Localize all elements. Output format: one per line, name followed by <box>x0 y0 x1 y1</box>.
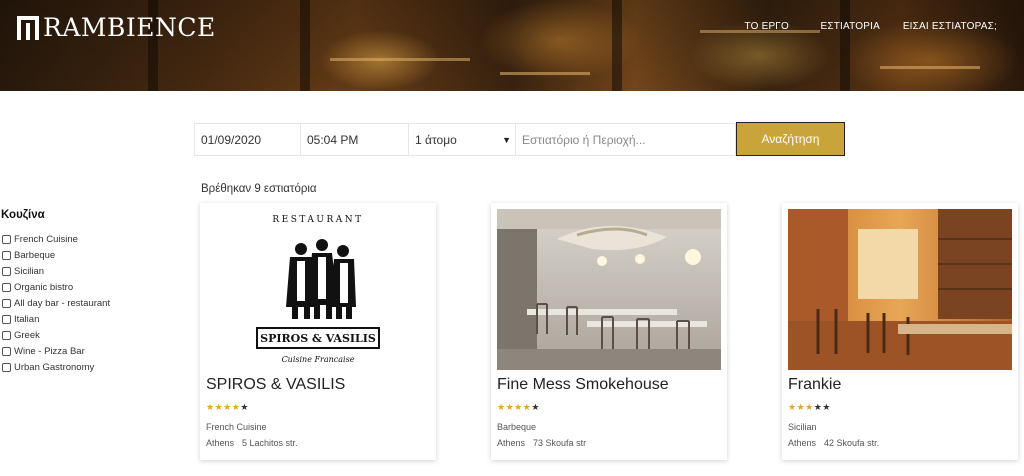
restaurant-cuisine: French Cuisine <box>206 422 267 432</box>
people-select-value: 1 άτομο <box>415 132 457 147</box>
restaurant-cuisine: Barbeque <box>497 422 537 432</box>
nav-link-project[interactable]: ΤΟ ΕΡΓΟ <box>744 21 789 32</box>
restaurant-cuisine: Sicilian <box>788 422 817 432</box>
filter-label: Organic bistro <box>14 281 74 293</box>
interior-photo <box>788 209 1012 370</box>
filter-option[interactable]: Wine - Pizza Bar <box>2 343 110 359</box>
chevron-down-icon: ▼ <box>502 134 511 145</box>
star-rating: ★★★★★ <box>497 402 540 413</box>
star-filled-icon: ★ <box>805 402 814 412</box>
filter-label: French Cuisine <box>14 233 78 245</box>
star-empty-icon: ★ <box>240 402 249 412</box>
star-filled-icon: ★ <box>206 402 215 412</box>
cuisine-filter: Κουζίνα French Cuisine Barbeque Sicilian… <box>1 209 110 375</box>
dining-room-photo <box>497 209 721 370</box>
checkbox[interactable] <box>2 266 11 276</box>
checkbox[interactable] <box>2 330 11 340</box>
star-filled-icon: ★ <box>223 402 232 412</box>
filter-option[interactable]: Barbeque <box>2 247 110 263</box>
filter-option[interactable]: Italian <box>2 311 110 327</box>
star-filled-icon: ★ <box>214 402 224 412</box>
checkbox[interactable] <box>2 250 11 260</box>
star-filled-icon: ★ <box>497 402 506 412</box>
filter-label: Wine - Pizza Bar <box>14 345 85 357</box>
filter-option[interactable]: Organic bistro <box>2 279 110 295</box>
restaurant-card[interactable]: Frankie ★★★★★ Sicilian Athens 42 Skoufa s… <box>782 203 1018 460</box>
restaurant-address: Athens 5 Lachitos str. <box>206 438 298 448</box>
restaurant-card[interactable]: RESTAURANT SPIROS & VASILIS Cuisine Fran… <box>200 203 436 460</box>
restaurant-name[interactable]: Fine Mess Smokehouse <box>497 376 669 394</box>
restaurant-photo[interactable] <box>788 209 1012 370</box>
time-input[interactable]: 05:04 PM <box>301 123 409 156</box>
logo-mark-icon <box>17 16 39 40</box>
logo-band: SPIROS & VASILIS <box>256 327 380 349</box>
restaurant-photo[interactable] <box>497 209 721 370</box>
restaurant-card[interactable]: Fine Mess Smokehouse ★★★★★ Barbeque Athe… <box>491 203 727 460</box>
star-filled-icon: ★ <box>796 402 806 412</box>
restaurant-address: Athens 73 Skoufa str <box>497 438 587 448</box>
filter-option[interactable]: All day bar - restaurant <box>2 295 110 311</box>
people-select[interactable]: 1 άτομο ▼ <box>409 123 516 156</box>
filter-option[interactable]: Sicilian <box>2 263 110 279</box>
star-rating: ★★★★★ <box>206 402 249 413</box>
star-filled-icon: ★ <box>514 402 523 412</box>
restaurant-address: Athens 42 Skoufa str. <box>788 438 880 448</box>
star-rating: ★★★★★ <box>788 402 831 413</box>
checkbox[interactable] <box>2 234 11 244</box>
results-count: Βρέθηκαν 9 εστιατόρια <box>201 183 317 195</box>
nav-link-are-you-restaurateur[interactable]: ΕΙΣΑΙ ΕΣΤΙΑΤΟΡΑΣ; <box>903 21 997 32</box>
checkbox[interactable] <box>2 314 11 324</box>
filter-label: Barbeque <box>14 249 56 261</box>
checkbox[interactable] <box>2 362 11 372</box>
date-input[interactable]: 01/09/2020 <box>194 123 301 156</box>
nav-link-restaurants[interactable]: ΕΣΤΙΑΤΟΡΙΑ <box>821 21 881 32</box>
restaurant-name[interactable]: Frankie <box>788 376 841 394</box>
filter-option[interactable]: Greek <box>2 327 110 343</box>
star-filled-icon: ★ <box>505 402 515 412</box>
filter-label: Greek <box>14 329 40 341</box>
logo-subtitle: Cuisine Francaise <box>281 355 355 364</box>
filter-title: Κουζίνα <box>1 209 45 221</box>
filter-label: Sicilian <box>14 265 45 277</box>
filter-option[interactable]: French Cuisine <box>2 231 110 247</box>
filter-label: Urban Gastronomy <box>14 361 95 373</box>
site-logo[interactable]: RAMBIENCE <box>17 14 216 42</box>
star-empty-icon: ★ <box>531 402 540 412</box>
filter-label: Italian <box>14 313 40 325</box>
restaurant-search-input[interactable]: Εστιατόριο ή Περιοχή... <box>516 123 736 156</box>
hero-header: RAMBIENCE ΤΟ ΕΡΓΟ ΕΣΤΙΑΤΟΡΙΑ ΕΙΣΑΙ ΕΣΤΙΑ… <box>0 0 1024 91</box>
star-empty-icon: ★ <box>822 402 831 412</box>
restaurant-logo-image[interactable]: RESTAURANT SPIROS & VASILIS Cuisine Fran… <box>206 209 430 370</box>
checkbox[interactable] <box>2 298 11 308</box>
filter-option[interactable]: Urban Gastronomy <box>2 359 110 375</box>
logo-text: RAMBIENCE <box>43 13 216 42</box>
search-button[interactable]: Αναζήτηση <box>736 122 845 156</box>
star-filled-icon: ★ <box>788 402 797 412</box>
checkbox[interactable] <box>2 346 11 356</box>
restaurant-name[interactable]: SPIROS & VASILIS <box>206 376 345 394</box>
search-bar: 01/09/2020 05:04 PM 1 άτομο ▼ Εστιατόριο… <box>194 123 736 156</box>
checkbox[interactable] <box>2 282 11 292</box>
filter-label: All day bar - restaurant <box>14 297 111 309</box>
